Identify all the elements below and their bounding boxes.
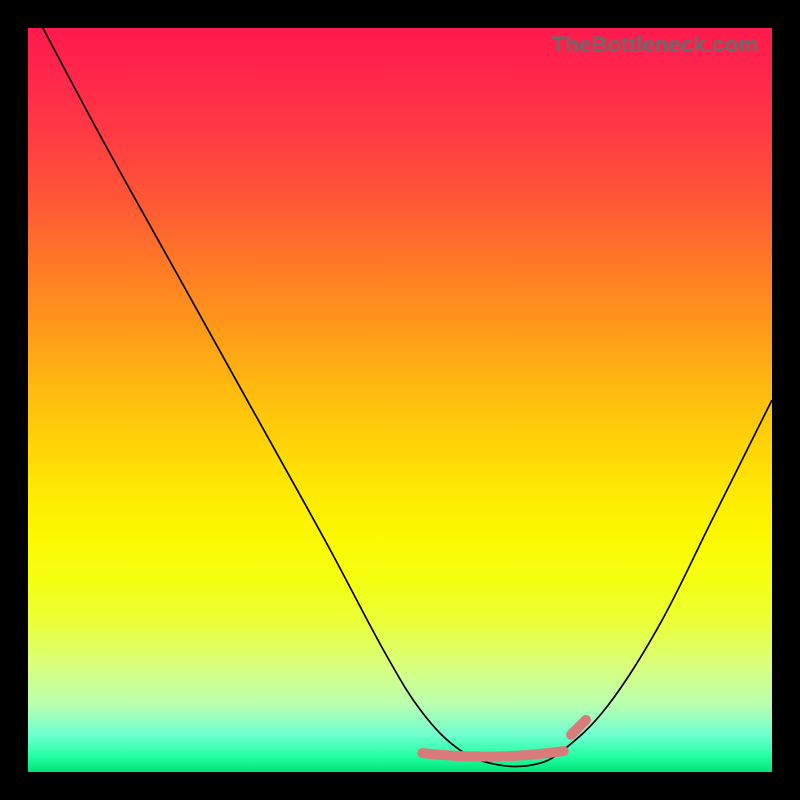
highlight-band xyxy=(422,751,563,757)
plot-area: TheBottleneck.com xyxy=(28,28,772,772)
bottleneck-curve xyxy=(43,28,772,767)
curve-svg xyxy=(28,28,772,772)
chart-frame: TheBottleneck.com xyxy=(0,0,800,800)
